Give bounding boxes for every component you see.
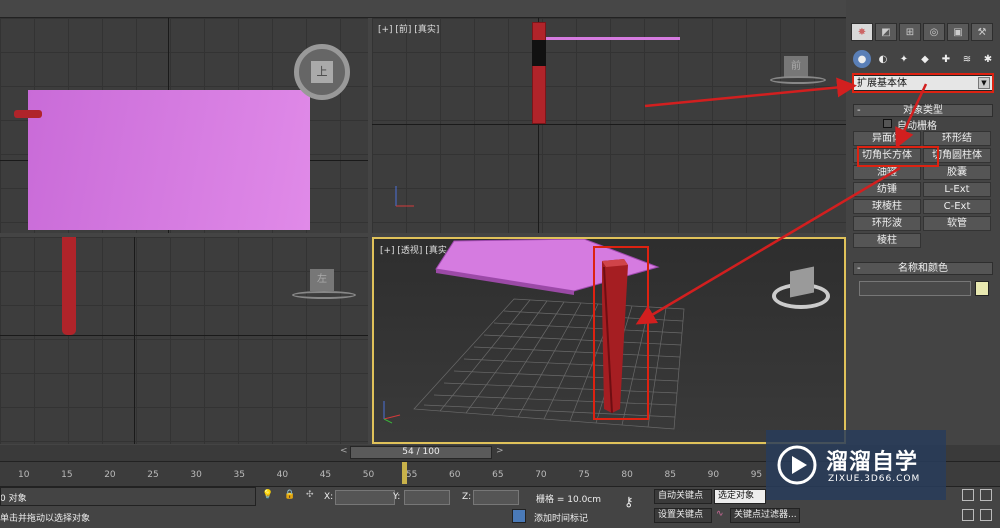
key-curve-icon[interactable]: ∿ <box>716 509 724 519</box>
tick-label: 10 <box>18 470 30 480</box>
next-frame-icon[interactable]: > <box>496 446 504 456</box>
frame-display: 54 / 100 <box>402 447 440 457</box>
tick-label: 30 <box>190 470 202 480</box>
watermark-logo-icon <box>777 445 817 485</box>
zoom-all-icon[interactable] <box>980 489 992 501</box>
isolate-icon[interactable]: 💡 <box>262 490 273 500</box>
tick-label: 50 <box>362 470 375 480</box>
x-label: X: <box>324 492 334 502</box>
maximize-icon[interactable] <box>980 509 992 521</box>
tick-label: 20 <box>104 470 116 480</box>
tick-label: 70 <box>535 470 547 480</box>
watermark-title: 溜溜自学 <box>826 450 919 475</box>
prompt-line: 单击并拖动以选择对象 <box>0 514 91 524</box>
tick-label: 60 <box>449 470 461 480</box>
tick-label: 75 <box>578 470 590 480</box>
tick-label: 40 <box>276 470 289 480</box>
add-time-tag[interactable]: 添加时间标记 <box>534 511 588 524</box>
tick-label: 45 <box>319 470 332 480</box>
set-key-button[interactable]: 设置关键点 <box>654 508 712 523</box>
prev-frame-icon[interactable]: < <box>340 446 348 456</box>
tick-label: 80 <box>621 470 633 480</box>
tick-label: 25 <box>147 470 159 480</box>
time-slider[interactable]: 54 / 100 <box>350 446 492 459</box>
grid-size: 栅格 = 10.0cm <box>536 495 602 505</box>
key-filters-button[interactable]: 关键点过滤器... <box>730 508 800 523</box>
auto-key-button[interactable]: 自动关键点 <box>654 489 712 504</box>
tick-label: 90 <box>707 470 720 480</box>
z-label: Z: <box>462 492 472 502</box>
time-tag-icon[interactable] <box>512 509 526 523</box>
tick-label: 95 <box>750 470 763 480</box>
z-coordinate-field[interactable] <box>473 490 519 505</box>
y-label: Y: <box>393 492 401 502</box>
viewport-nav-controls[interactable] <box>960 489 998 527</box>
tick-label: 35 <box>233 470 245 480</box>
lock-icon[interactable]: 🔒 <box>284 490 295 500</box>
x-coordinate-field[interactable] <box>335 490 395 505</box>
tick-label: 85 <box>664 470 676 480</box>
y-coordinate-field[interactable] <box>404 490 450 505</box>
tick-label: 15 <box>61 470 73 480</box>
selected-object-dropdown[interactable]: 选定对象 <box>714 489 766 504</box>
tick-label: 55 <box>405 470 418 480</box>
tick-label: 65 <box>492 470 504 480</box>
absolute-mode-icon[interactable]: ✣ <box>306 490 314 500</box>
key-icon[interactable]: ⚷ <box>624 495 634 510</box>
pan-icon[interactable] <box>962 509 974 521</box>
playhead[interactable] <box>402 462 407 484</box>
watermark-subtitle: ZIXUE.3D66.COM <box>828 474 921 484</box>
watermark: 溜溜自学 ZIXUE.3D66.COM <box>766 430 946 500</box>
zoom-extents-icon[interactable] <box>962 489 974 501</box>
